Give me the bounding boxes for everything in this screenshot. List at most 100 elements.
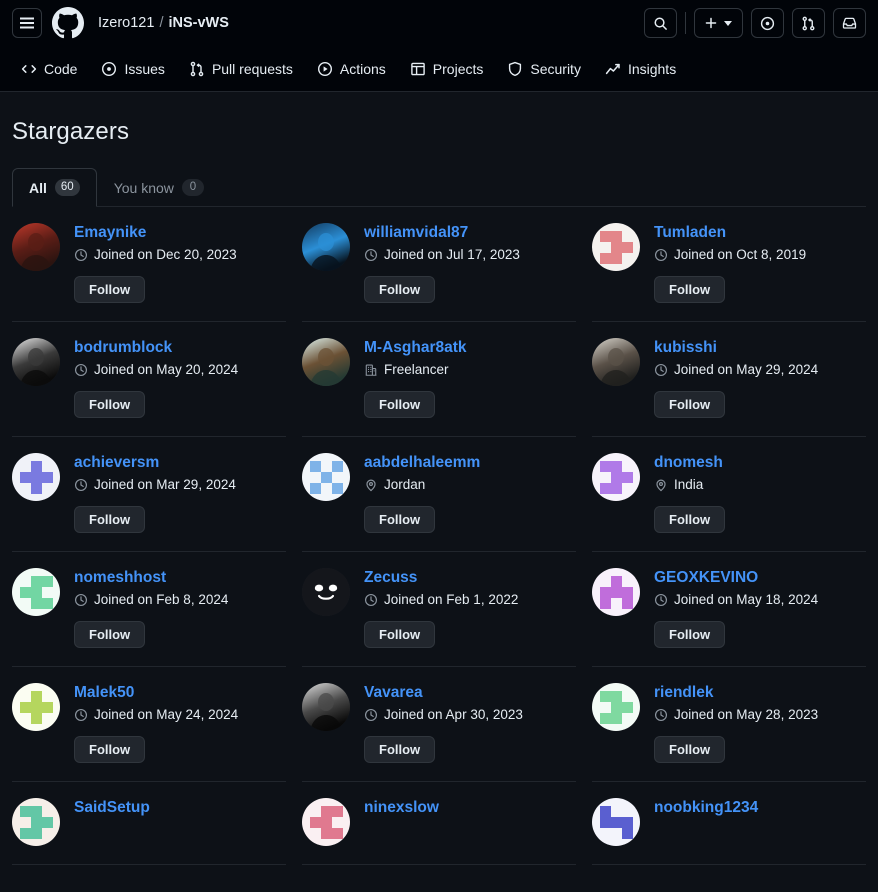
follow-button[interactable]: Follow bbox=[364, 736, 435, 763]
follow-button[interactable]: Follow bbox=[74, 621, 145, 648]
breadcrumb-owner[interactable]: Izero121 bbox=[98, 15, 154, 31]
stargazer-cell: Emaynike Joined on Dec 20, 2023 Follow bbox=[12, 207, 286, 322]
clock-icon bbox=[654, 708, 668, 722]
avatar[interactable] bbox=[592, 453, 640, 501]
follow-button[interactable]: Follow bbox=[364, 276, 435, 303]
avatar[interactable] bbox=[302, 223, 350, 271]
stargazer-username-link[interactable]: SaidSetup bbox=[74, 798, 286, 818]
stargazer-meta: Freelancer bbox=[364, 362, 576, 377]
nav-item-insights[interactable]: Insights bbox=[596, 55, 685, 83]
follow-button[interactable]: Follow bbox=[74, 506, 145, 533]
hamburger-icon[interactable] bbox=[12, 8, 42, 38]
follow-button[interactable]: Follow bbox=[654, 391, 725, 418]
follow-button[interactable]: Follow bbox=[364, 506, 435, 533]
stargazer-meta-text: Joined on May 24, 2024 bbox=[94, 707, 238, 722]
stargazer-username-link[interactable]: GEOXKEVINO bbox=[654, 568, 866, 588]
avatar[interactable] bbox=[12, 453, 60, 501]
location-icon bbox=[654, 478, 668, 492]
follow-button[interactable]: Follow bbox=[364, 391, 435, 418]
issues-button[interactable] bbox=[751, 8, 784, 38]
inbox-button[interactable] bbox=[833, 8, 866, 38]
follow-button[interactable]: Follow bbox=[364, 621, 435, 648]
stargazer-cell: VavareaJoined on Apr 30, 2023Follow bbox=[302, 667, 576, 782]
nav-item-pull-requests[interactable]: Pull requests bbox=[180, 55, 302, 83]
stargazer-username-link[interactable]: kubisshi bbox=[654, 338, 866, 358]
avatar[interactable] bbox=[302, 683, 350, 731]
stargazer-username-link[interactable]: dnomesh bbox=[654, 453, 866, 473]
avatar-image bbox=[12, 798, 60, 846]
header-divider bbox=[685, 12, 686, 34]
nav-item-issues[interactable]: Issues bbox=[92, 55, 173, 83]
avatar[interactable] bbox=[592, 223, 640, 271]
stargazer-meta-text: Joined on Dec 20, 2023 bbox=[94, 247, 237, 262]
avatar-image bbox=[302, 338, 350, 386]
stargazer-meta-text: Jordan bbox=[384, 477, 425, 492]
clock-icon bbox=[364, 248, 378, 262]
nav-item-security[interactable]: Security bbox=[498, 55, 590, 83]
tab-you-know[interactable]: You know 0 bbox=[97, 168, 221, 207]
avatar[interactable] bbox=[592, 568, 640, 616]
table-icon bbox=[410, 61, 426, 77]
tab-all[interactable]: All 60 bbox=[12, 168, 97, 207]
avatar[interactable] bbox=[302, 338, 350, 386]
stargazer-username-link[interactable]: riendlek bbox=[654, 683, 866, 703]
stargazer-tabs: All 60 You know 0 bbox=[12, 167, 866, 207]
avatar[interactable] bbox=[592, 798, 640, 846]
nav-item-code[interactable]: Code bbox=[12, 55, 86, 83]
create-new-button[interactable] bbox=[694, 8, 743, 38]
tab-you-know-count: 0 bbox=[182, 179, 204, 196]
stargazer-username-link[interactable]: aabdelhaleemm bbox=[364, 453, 576, 473]
stargazer-username-link[interactable]: bodrumblock bbox=[74, 338, 286, 358]
follow-button[interactable]: Follow bbox=[74, 276, 145, 303]
avatar[interactable] bbox=[592, 338, 640, 386]
search-button[interactable] bbox=[644, 8, 677, 38]
follow-button[interactable]: Follow bbox=[654, 621, 725, 648]
stargazer-username-link[interactable]: williamvidal87 bbox=[364, 223, 576, 243]
follow-button[interactable]: Follow bbox=[74, 736, 145, 763]
chevron-down-icon bbox=[723, 18, 733, 28]
avatar-image bbox=[302, 223, 350, 271]
avatar[interactable] bbox=[302, 798, 350, 846]
follow-button[interactable]: Follow bbox=[654, 736, 725, 763]
breadcrumb-repo[interactable]: iNS-vWS bbox=[168, 15, 228, 31]
avatar[interactable] bbox=[12, 683, 60, 731]
stargazer-username-link[interactable]: Vavarea bbox=[364, 683, 576, 703]
stargazer-username-link[interactable]: M-Asghar8atk bbox=[364, 338, 576, 358]
stargazer-username-link[interactable]: ninexslow bbox=[364, 798, 576, 818]
stargazer-info: Zecuss Joined on Feb 1, 2022 Follow bbox=[364, 568, 576, 648]
follow-button[interactable]: Follow bbox=[654, 506, 725, 533]
stargazer-username-link[interactable]: Tumladen bbox=[654, 223, 866, 243]
nav-item-label: Insights bbox=[628, 61, 676, 77]
avatar-image bbox=[302, 798, 350, 846]
follow-button[interactable]: Follow bbox=[654, 276, 725, 303]
avatar[interactable] bbox=[302, 568, 350, 616]
avatar[interactable] bbox=[12, 568, 60, 616]
stargazer-meta: Joined on Feb 1, 2022 bbox=[364, 592, 576, 607]
nav-item-projects[interactable]: Projects bbox=[401, 55, 493, 83]
stargazer-meta-text: Joined on May 29, 2024 bbox=[674, 362, 818, 377]
stargazer-username-link[interactable]: nomeshhost bbox=[74, 568, 286, 588]
avatar-image bbox=[12, 683, 60, 731]
stargazer-info: Emaynike Joined on Dec 20, 2023 Follow bbox=[74, 223, 286, 303]
avatar[interactable] bbox=[12, 338, 60, 386]
header-actions bbox=[644, 8, 866, 38]
pull-requests-button[interactable] bbox=[792, 8, 825, 38]
avatar[interactable] bbox=[12, 798, 60, 846]
nav-item-actions[interactable]: Actions bbox=[308, 55, 395, 83]
github-logo-icon[interactable] bbox=[52, 7, 84, 39]
stargazer-username-link[interactable]: Malek50 bbox=[74, 683, 286, 703]
stargazer-meta: Jordan bbox=[364, 477, 576, 492]
stargazer-meta: Joined on Mar 29, 2024 bbox=[74, 477, 286, 492]
stargazer-username-link[interactable]: Zecuss bbox=[364, 568, 576, 588]
avatar[interactable] bbox=[592, 683, 640, 731]
graph-icon bbox=[605, 61, 621, 77]
stargazer-cell: kubisshi Joined on May 29, 2024 Follow bbox=[592, 322, 866, 437]
stargazer-cell: aabdelhaleemm Jordan Follow bbox=[302, 437, 576, 552]
avatar[interactable] bbox=[302, 453, 350, 501]
stargazer-username-link[interactable]: Emaynike bbox=[74, 223, 286, 243]
avatar[interactable] bbox=[12, 223, 60, 271]
follow-button[interactable]: Follow bbox=[74, 391, 145, 418]
stargazer-username-link[interactable]: noobking1234 bbox=[654, 798, 866, 818]
stargazer-meta: India bbox=[654, 477, 866, 492]
stargazer-username-link[interactable]: achieversm bbox=[74, 453, 286, 473]
